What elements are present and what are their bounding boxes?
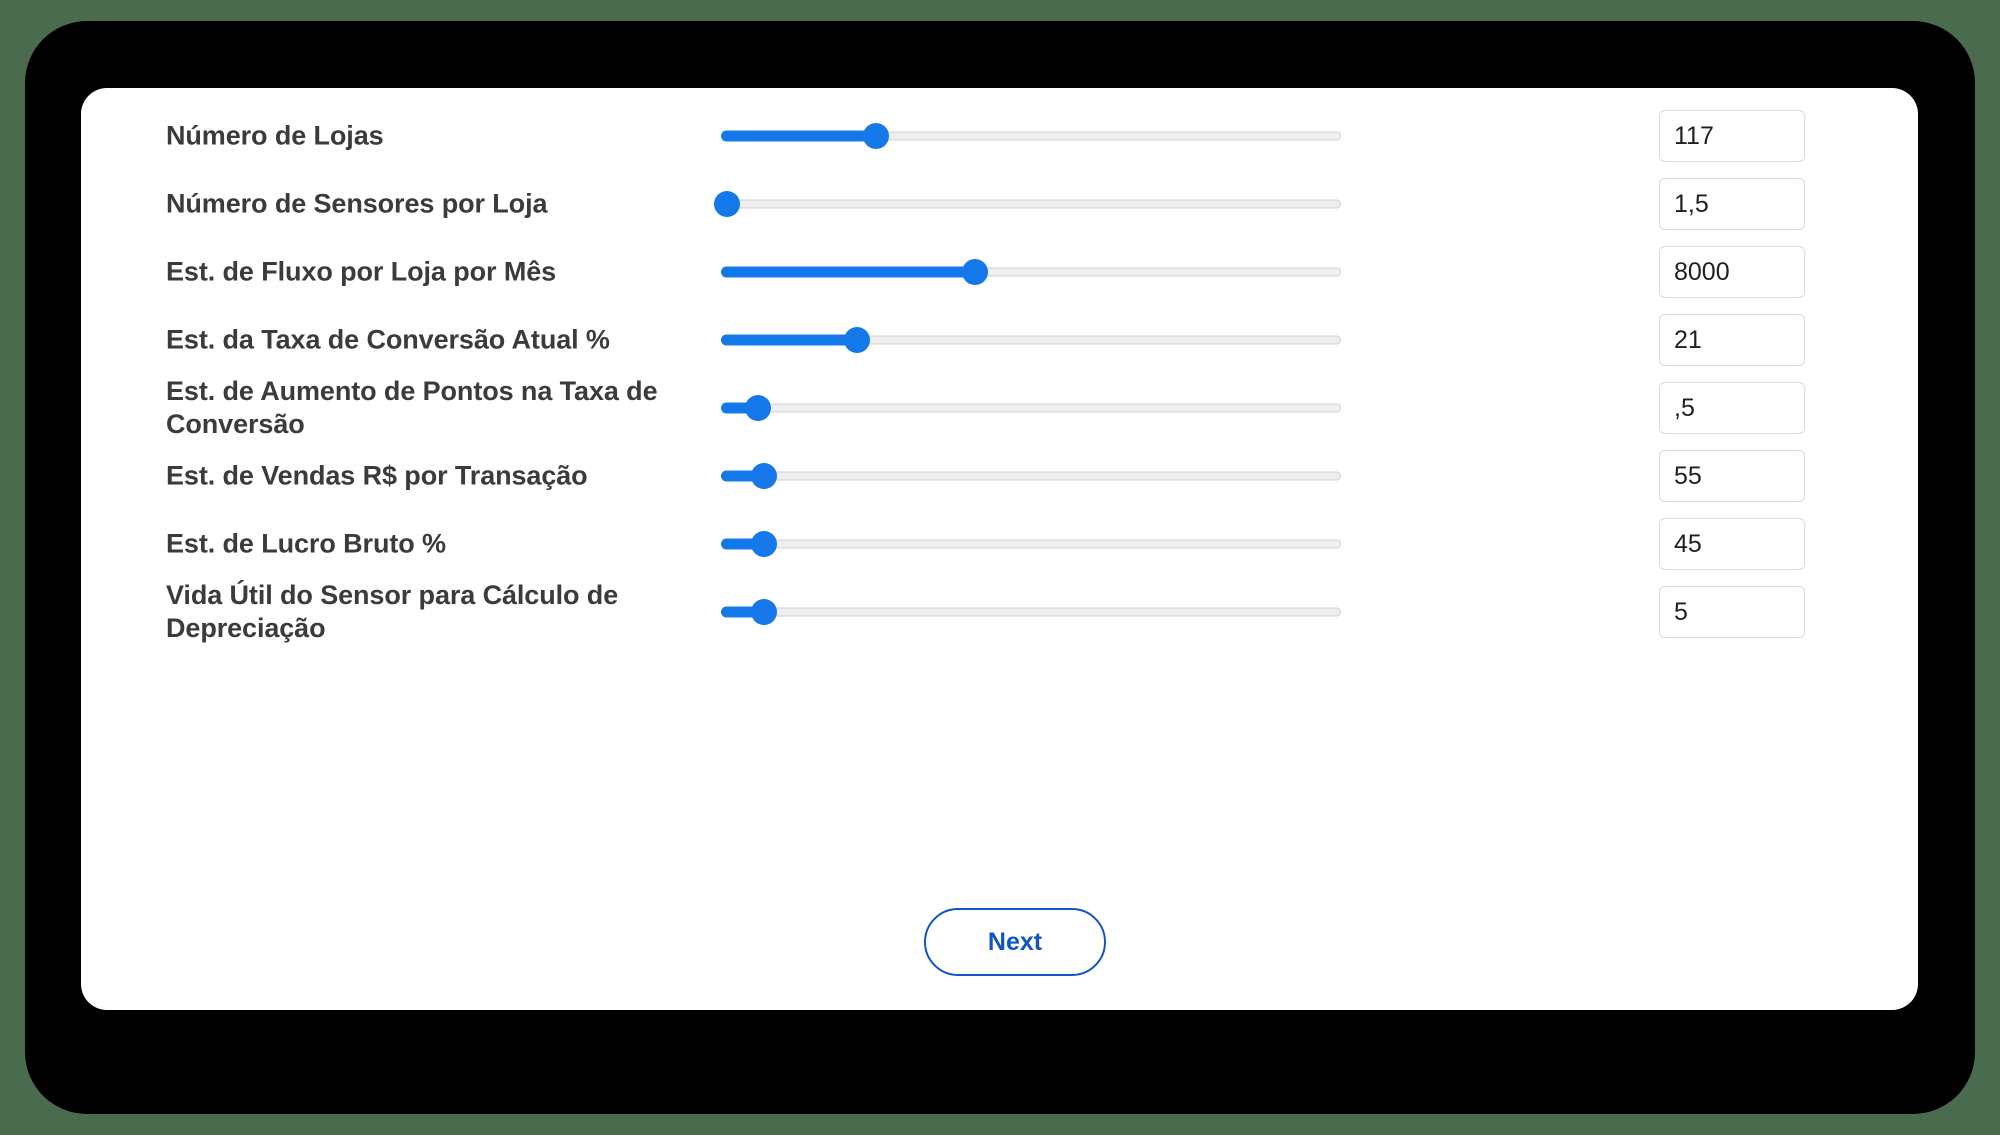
slider-thumb[interactable] <box>844 327 871 353</box>
parameter-row: Est. de Aumento de Pontos na Taxa de Con… <box>81 374 1918 442</box>
parameter-label: Est. de Vendas R$ por Transação <box>166 460 588 491</box>
slider-fill <box>721 334 858 346</box>
slider-thumb[interactable] <box>863 123 889 149</box>
parameter-row: Est. da Taxa de Conversão Atual % 21 <box>81 306 1918 374</box>
parameter-label: Est. da Taxa de Conversão Atual % <box>166 324 610 355</box>
parameter-slider[interactable] <box>721 598 1341 626</box>
next-button[interactable]: Next <box>924 908 1106 976</box>
parameter-slider[interactable] <box>721 258 1341 286</box>
parameter-value-input[interactable]: 55 <box>1659 450 1805 502</box>
slider-thumb[interactable] <box>751 463 778 489</box>
parameter-value-input[interactable]: 5 <box>1659 586 1805 638</box>
parameter-value-input[interactable]: 117 <box>1659 110 1805 162</box>
parameter-value-input[interactable]: 8000 <box>1659 246 1805 298</box>
parameter-label: Est. de Aumento de Pontos na Taxa de Con… <box>166 376 658 439</box>
parameter-value-input[interactable]: 21 <box>1659 314 1805 366</box>
parameter-row: Número de Lojas 117 <box>81 102 1918 170</box>
card-footer: Next <box>81 908 1918 976</box>
parameter-value-input[interactable]: 1,5 <box>1659 178 1805 230</box>
parameter-label: Est. de Lucro Bruto % <box>166 528 446 559</box>
slider-track[interactable] <box>721 539 1341 549</box>
slider-fill <box>721 266 976 278</box>
parameter-row: Est. de Fluxo por Loja por Mês 8000 <box>81 238 1918 306</box>
slider-track[interactable] <box>721 199 1341 209</box>
parameter-slider[interactable] <box>721 394 1341 422</box>
slider-thumb[interactable] <box>751 531 778 557</box>
slider-thumb[interactable] <box>745 395 772 421</box>
parameter-slider[interactable] <box>721 326 1341 354</box>
parameter-row: Est. de Lucro Bruto % 45 <box>81 510 1918 578</box>
parameter-row: Est. de Vendas R$ por Transação 55 <box>81 442 1918 510</box>
parameter-value-input[interactable]: ,5 <box>1659 382 1805 434</box>
parameter-rows: Número de Lojas 117 Número de Sensores por… <box>81 102 1918 646</box>
parameter-label: Vida Útil do Sensor para Cálculo de Depr… <box>166 580 619 643</box>
slider-fill <box>721 130 876 142</box>
slider-track[interactable] <box>721 607 1341 617</box>
parameter-slider[interactable] <box>714 190 1341 218</box>
calculator-card: Número de Lojas 117 Número de Sensores por… <box>81 88 1918 1010</box>
slider-thumb[interactable] <box>714 191 741 217</box>
parameter-slider[interactable] <box>721 530 1341 558</box>
parameter-label: Número de Sensores por Loja <box>166 188 548 219</box>
card-content: Número de Lojas 117 Número de Sensores por… <box>81 88 1918 1010</box>
parameter-value-input[interactable]: 45 <box>1659 518 1805 570</box>
parameter-row: Número de Sensores por Loja 1,5 <box>81 170 1918 238</box>
parameter-label: Número de Lojas <box>166 120 384 151</box>
parameter-slider[interactable] <box>721 462 1341 490</box>
slider-thumb[interactable] <box>751 599 778 625</box>
parameter-slider[interactable] <box>721 122 1341 150</box>
slider-thumb[interactable] <box>962 259 989 285</box>
slider-track[interactable] <box>721 403 1341 413</box>
parameter-label: Est. de Fluxo por Loja por Mês <box>166 256 557 287</box>
parameter-row: Vida Útil do Sensor para Cálculo de Depr… <box>81 578 1918 646</box>
slider-track[interactable] <box>721 471 1341 481</box>
